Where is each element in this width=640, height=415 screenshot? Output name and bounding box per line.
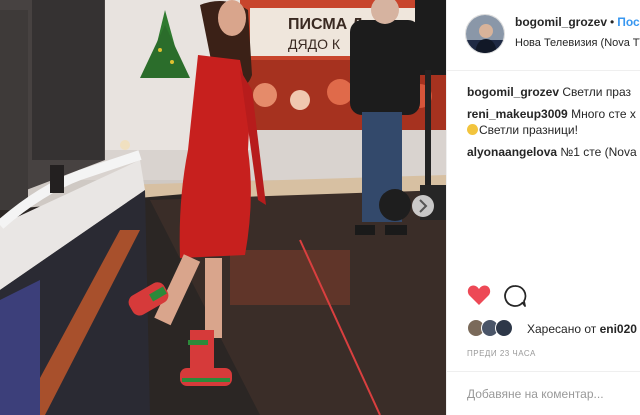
location-link[interactable]: Нова Телевизия (Nova TV: [515, 37, 640, 49]
likes-text: Харесано от eni020: [527, 322, 637, 336]
liker-avatar[interactable]: [495, 319, 513, 337]
comment-text: Светли праз: [562, 85, 632, 99]
comment-username[interactable]: alyonaangelova: [467, 145, 557, 159]
add-comment-input[interactable]: [467, 382, 635, 406]
comment-username[interactable]: reni_makeup3009: [467, 107, 568, 121]
studio-scene: ПИСМА Д ДЯДО К: [0, 0, 446, 415]
banner-line-2: ДЯДО К: [288, 36, 341, 52]
profile-avatar[interactable]: [465, 14, 505, 54]
comment-text: Много сте х: [571, 107, 636, 121]
comment-continuation: Светли празници!: [467, 122, 640, 138]
comment-item: alyonaangelova №1 сте (Nova: [467, 144, 640, 160]
header-username[interactable]: bogomil_grozev: [515, 15, 607, 29]
post-timestamp[interactable]: ПРЕДИ 23 ЧАСА: [467, 349, 536, 358]
comment-username[interactable]: bogomil_grozev: [467, 85, 559, 99]
heart-icon[interactable]: [467, 284, 491, 306]
smile-emoji-icon: [467, 124, 478, 135]
post-header: bogomil_grozev • Пос Нова Телевизия (Nova …: [447, 0, 640, 71]
comment-item: reni_makeup3009 Много сте х Светли празн…: [467, 106, 640, 138]
post-photo[interactable]: ПИСМА Д ДЯДО К: [0, 0, 446, 415]
likes-prefix: Харесано от: [527, 322, 597, 336]
next-photo-button[interactable]: [412, 195, 434, 217]
comment-text: №1 сте (Nova: [560, 145, 637, 159]
follow-button[interactable]: Пос: [617, 15, 639, 29]
speech-bubble-icon[interactable]: [503, 284, 527, 308]
comment-text-continued: Светли празници!: [479, 123, 578, 137]
add-comment-section: [447, 371, 640, 415]
post-side-panel: bogomil_grozev • Пос Нова Телевизия (Nova …: [446, 0, 640, 415]
profile-photo: [466, 15, 504, 53]
header-username-row: bogomil_grozev • Пос: [515, 15, 640, 29]
header-separator: •: [610, 15, 615, 29]
likes-username[interactable]: eni020: [600, 322, 637, 336]
comment-item: bogomil_grozev Светли праз: [467, 84, 640, 100]
comments-list: bogomil_grozev Светли праз reni_makeup30…: [467, 84, 640, 166]
